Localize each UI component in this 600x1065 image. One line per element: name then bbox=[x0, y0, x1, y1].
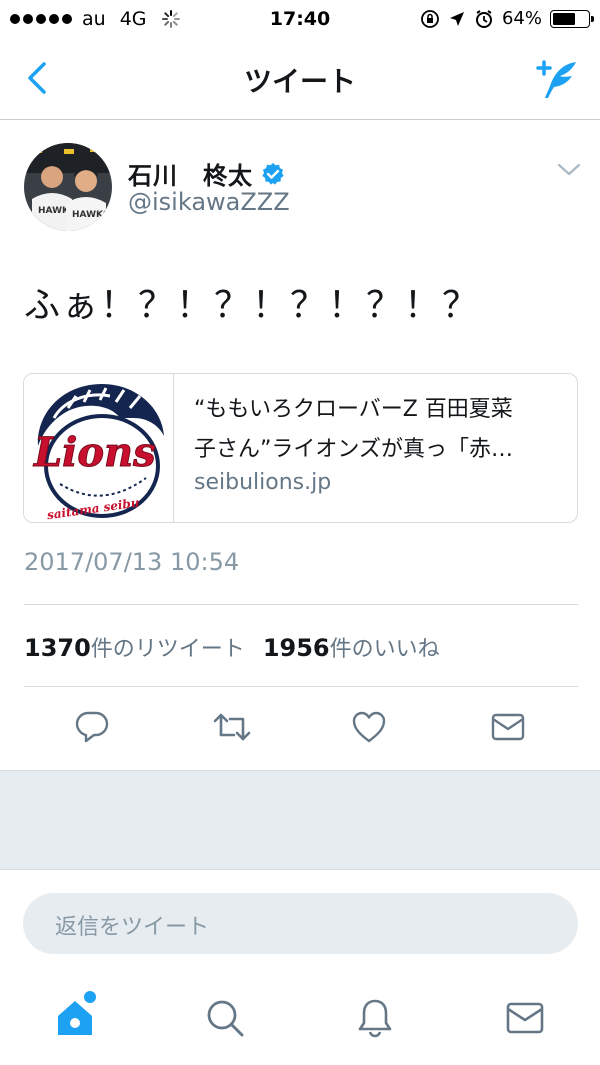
tweet-actions bbox=[0, 705, 600, 755]
tweet-stats: 1370 件のリツイート 1956 件のいいね bbox=[24, 631, 440, 663]
retweet-label[interactable]: 件のリツイート bbox=[91, 631, 245, 663]
card-title-line-1: “ももいろクローバーZ 百田夏菜 bbox=[194, 397, 513, 422]
author-name-row[interactable]: 石川 柊太 bbox=[128, 156, 285, 191]
user-handle[interactable]: @isikawaZZZ bbox=[128, 188, 290, 216]
lions-logo-icon: Lions saitama seibu bbox=[33, 384, 164, 522]
tab-notifications[interactable] bbox=[350, 993, 400, 1043]
card-title-line-2: 子さん”ライオンズが真っ「赤… bbox=[194, 437, 513, 462]
card-domain: seibulions.jp bbox=[194, 470, 332, 495]
display-name[interactable]: 石川 柊太 bbox=[128, 156, 253, 191]
like-count[interactable]: 1956 bbox=[263, 634, 330, 662]
battery-level bbox=[553, 12, 575, 25]
tweet-timestamp: 2017/07/13 10:54 bbox=[24, 548, 240, 576]
envelope-icon bbox=[506, 1002, 544, 1034]
alarm-icon bbox=[475, 9, 492, 28]
logo-wordmark: Lions bbox=[33, 429, 156, 476]
card-thumbnail: Lions saitama seibu bbox=[24, 374, 174, 522]
tab-messages[interactable] bbox=[500, 993, 550, 1043]
search-icon bbox=[207, 1000, 244, 1037]
tab-search[interactable] bbox=[200, 993, 250, 1043]
retweet-button[interactable] bbox=[210, 705, 254, 749]
new-content-badge bbox=[84, 991, 96, 1003]
like-button[interactable] bbox=[347, 705, 391, 749]
rotation-lock-icon bbox=[421, 9, 439, 28]
chevron-down-icon[interactable] bbox=[556, 160, 582, 180]
card-title: “ももいろクローバーZ 百田夏菜 子さん”ライオンズが真っ「赤… bbox=[194, 390, 564, 470]
envelope-icon bbox=[491, 713, 525, 741]
avatar-photo: HAWKS HAWKS bbox=[24, 143, 112, 231]
home-icon bbox=[58, 1001, 92, 1035]
compose-tweet-icon[interactable] bbox=[532, 56, 582, 102]
tweet-text: ふぁ！？！？！？！？！？ bbox=[24, 285, 481, 326]
retweet-icon bbox=[213, 713, 251, 741]
reply-placeholder: 返信をツイート bbox=[55, 915, 210, 940]
heart-icon bbox=[352, 711, 386, 743]
retweet-count[interactable]: 1370 bbox=[24, 634, 91, 662]
like-label[interactable]: 件のいいね bbox=[330, 631, 440, 663]
tab-bar bbox=[0, 975, 600, 1065]
direct-message-button[interactable] bbox=[486, 705, 530, 749]
navigation-bar: ツイート bbox=[0, 40, 600, 120]
reply-input[interactable]: 返信をツイート bbox=[23, 893, 578, 954]
replies-area bbox=[0, 770, 600, 870]
divider bbox=[24, 686, 578, 687]
status-right: 64% bbox=[420, 8, 594, 29]
battery-percent: 64% bbox=[501, 8, 542, 29]
verified-badge-icon bbox=[262, 162, 284, 185]
page-title: ツイート bbox=[243, 65, 356, 98]
divider bbox=[24, 604, 578, 605]
link-card[interactable]: Lions saitama seibu “ももいろクローバーZ 百田夏菜 子さん… bbox=[23, 373, 578, 523]
bell-icon bbox=[358, 999, 392, 1038]
status-bar: au 4G 17:40 64% bbox=[0, 0, 600, 40]
avatar[interactable]: HAWKS HAWKS bbox=[24, 143, 112, 231]
reply-button[interactable] bbox=[70, 705, 114, 749]
reply-icon bbox=[75, 711, 109, 743]
svg-text:HAWKS: HAWKS bbox=[72, 210, 109, 220]
battery-icon bbox=[550, 9, 594, 28]
location-arrow-icon bbox=[449, 11, 464, 26]
